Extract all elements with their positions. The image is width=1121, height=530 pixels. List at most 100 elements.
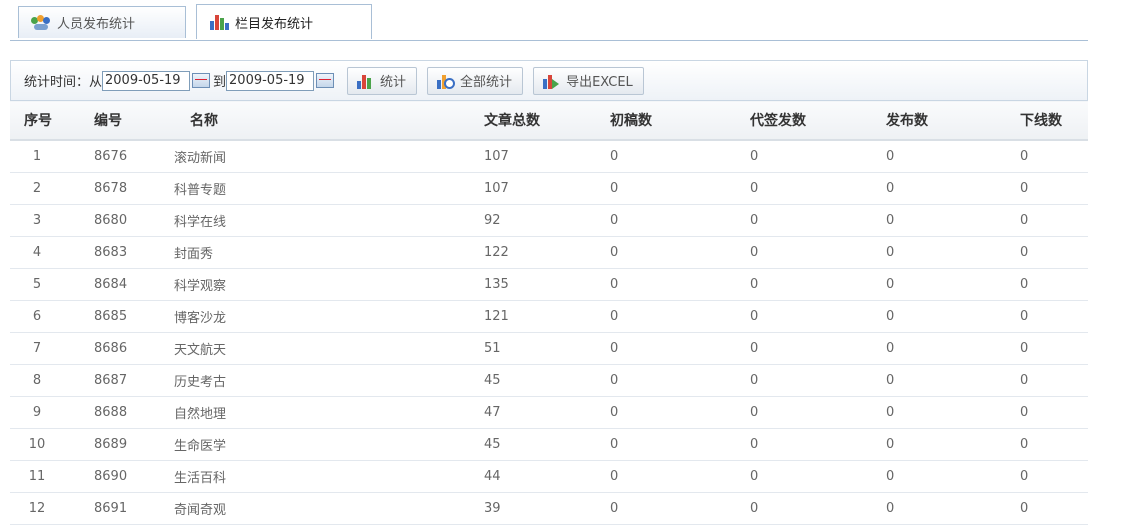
cell-draft: 0 — [610, 332, 750, 365]
cell-offline: 0 — [1020, 460, 1088, 493]
tab-column-label: 栏目发布统计 — [235, 16, 314, 32]
stat-button[interactable]: 统计 — [347, 66, 418, 95]
cell-code: 8686 — [94, 332, 168, 365]
cell-offline: 0 — [1020, 428, 1088, 461]
cell-name: 历史考古 — [168, 364, 484, 397]
stat-time-label: 统计时间：从 — [24, 75, 103, 90]
cell-name: 博客沙龙 — [168, 300, 484, 333]
cell-total: 121 — [484, 300, 610, 333]
table-row[interactable]: 12 8691 奇闻奇观 39 0 0 0 0 — [10, 492, 1088, 525]
cell-published: 0 — [886, 428, 1020, 461]
toolbar: 统计时间：从 到 统计 全部统计 导出EXCEL — [10, 60, 1088, 100]
cell-index: 11 — [10, 460, 94, 493]
cell-pending: 0 — [750, 268, 886, 301]
header-code: 编号 — [94, 100, 168, 141]
table-row[interactable]: 6 8685 博客沙龙 121 0 0 0 0 — [10, 300, 1088, 333]
export-excel-button[interactable]: 导出EXCEL — [533, 66, 644, 95]
table-row[interactable]: 7 8686 天文航天 51 0 0 0 0 — [10, 332, 1088, 365]
cell-index: 5 — [10, 268, 94, 301]
header-index: 序号 — [10, 100, 94, 141]
calendar-icon[interactable] — [316, 73, 335, 88]
header-total: 文章总数 — [484, 100, 610, 141]
tab-people-stats[interactable]: 人员发布统计 — [18, 6, 186, 38]
cell-draft: 0 — [610, 268, 750, 301]
cell-code: 8676 — [94, 140, 168, 173]
cell-offline: 0 — [1020, 204, 1088, 237]
cell-name: 生活百科 — [168, 460, 484, 493]
table-row[interactable]: 8 8687 历史考古 45 0 0 0 0 — [10, 364, 1088, 397]
cell-published: 0 — [886, 332, 1020, 365]
cell-pending: 0 — [750, 332, 886, 365]
cell-index: 2 — [10, 172, 94, 205]
cell-published: 0 — [886, 364, 1020, 397]
stat-button-label: 统计 — [380, 75, 407, 90]
table-row[interactable]: 4 8683 封面秀 122 0 0 0 0 — [10, 236, 1088, 269]
cell-draft: 0 — [610, 396, 750, 429]
table-row[interactable]: 11 8690 生活百科 44 0 0 0 0 — [10, 460, 1088, 493]
magnifier-chart-icon — [436, 73, 456, 89]
table-row[interactable]: 5 8684 科学观察 135 0 0 0 0 — [10, 268, 1088, 301]
cell-code: 8688 — [94, 396, 168, 429]
cell-pending: 0 — [750, 428, 886, 461]
to-label: 到 — [213, 75, 227, 90]
table-row[interactable]: 1 8676 滚动新闻 107 0 0 0 0 — [10, 140, 1088, 173]
cell-published: 0 — [886, 460, 1020, 493]
cell-draft: 0 — [610, 364, 750, 397]
cell-index: 7 — [10, 332, 94, 365]
cell-code: 8691 — [94, 492, 168, 525]
cell-index: 6 — [10, 300, 94, 333]
cell-name: 封面秀 — [168, 236, 484, 269]
people-icon — [31, 14, 51, 31]
bar-chart-icon — [356, 73, 374, 89]
cell-name: 科普专题 — [168, 172, 484, 205]
all-stat-button-label: 全部统计 — [460, 75, 513, 90]
cell-offline: 0 — [1020, 300, 1088, 333]
cell-total: 92 — [484, 204, 610, 237]
cell-total: 107 — [484, 172, 610, 205]
cell-name: 科学观察 — [168, 268, 484, 301]
cell-draft: 0 — [610, 428, 750, 461]
cell-offline: 0 — [1020, 140, 1088, 173]
cell-offline: 0 — [1020, 492, 1088, 525]
cell-name: 自然地理 — [168, 396, 484, 429]
cell-code: 8683 — [94, 236, 168, 269]
cell-code: 8685 — [94, 300, 168, 333]
cell-offline: 0 — [1020, 364, 1088, 397]
cell-offline: 0 — [1020, 268, 1088, 301]
cell-total: 122 — [484, 236, 610, 269]
cell-pending: 0 — [750, 364, 886, 397]
cell-pending: 0 — [750, 300, 886, 333]
to-date-input[interactable] — [226, 70, 315, 91]
export-excel-button-label: 导出EXCEL — [566, 75, 633, 90]
cell-total: 45 — [484, 364, 610, 397]
cell-code: 8678 — [94, 172, 168, 205]
cell-published: 0 — [886, 268, 1020, 301]
cell-code: 8690 — [94, 460, 168, 493]
cell-code: 8680 — [94, 204, 168, 237]
cell-draft: 0 — [610, 236, 750, 269]
header-pending: 代签发数 — [750, 100, 886, 141]
calendar-icon[interactable] — [192, 73, 211, 88]
cell-total: 47 — [484, 396, 610, 429]
cell-code: 8684 — [94, 268, 168, 301]
cell-name: 奇闻奇观 — [168, 492, 484, 525]
cell-code: 8689 — [94, 428, 168, 461]
cell-index: 1 — [10, 140, 94, 173]
cell-draft: 0 — [610, 204, 750, 237]
cell-published: 0 — [886, 492, 1020, 525]
header-offline: 下线数 — [1020, 100, 1088, 141]
cell-name: 天文航天 — [168, 332, 484, 365]
from-date-input[interactable] — [102, 70, 191, 91]
cell-published: 0 — [886, 172, 1020, 205]
cell-draft: 0 — [610, 172, 750, 205]
cell-total: 45 — [484, 428, 610, 461]
tab-column-stats[interactable]: 栏目发布统计 — [196, 4, 372, 39]
cell-name: 科学在线 — [168, 204, 484, 237]
all-stat-button[interactable]: 全部统计 — [427, 66, 524, 95]
table-row[interactable]: 3 8680 科学在线 92 0 0 0 0 — [10, 204, 1088, 237]
cell-published: 0 — [886, 140, 1020, 173]
table-row[interactable]: 2 8678 科普专题 107 0 0 0 0 — [10, 172, 1088, 205]
table-row[interactable]: 9 8688 自然地理 47 0 0 0 0 — [10, 396, 1088, 429]
table-row[interactable]: 10 8689 生命医学 45 0 0 0 0 — [10, 428, 1088, 461]
cell-name: 滚动新闻 — [168, 140, 484, 173]
